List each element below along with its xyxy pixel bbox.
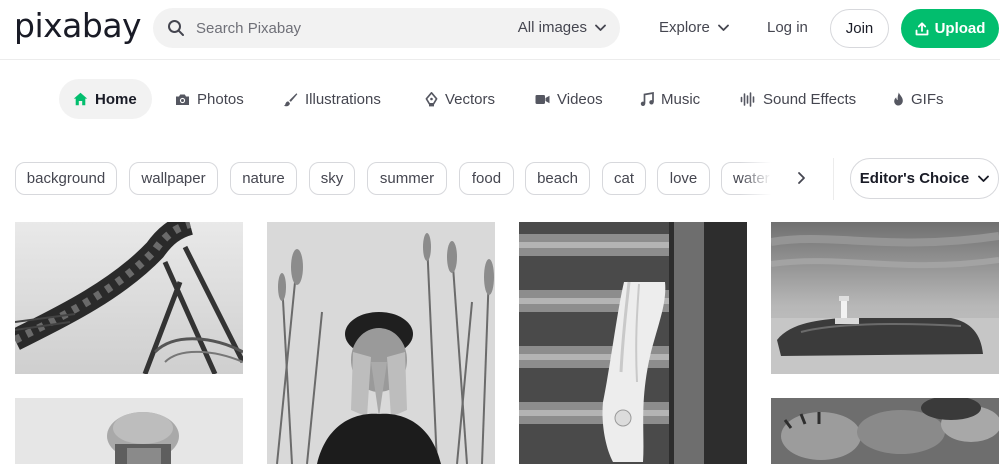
gallery-image-high-heel[interactable] xyxy=(519,222,747,464)
image-type-dropdown[interactable]: All images xyxy=(518,19,606,36)
chip-fade-overlay xyxy=(740,162,785,196)
tab-sound-effects-label: Sound Effects xyxy=(763,90,857,108)
sort-label: Editor's Choice xyxy=(859,170,970,187)
login-link[interactable]: Log in xyxy=(767,19,808,36)
photo-thumbnail xyxy=(771,222,999,374)
music-note-icon xyxy=(640,91,654,106)
chevron-down-icon xyxy=(717,24,729,31)
chips-divider xyxy=(833,158,834,200)
tab-vectors[interactable]: Vectors xyxy=(425,79,495,119)
tag-chip[interactable]: wallpaper xyxy=(129,162,218,195)
pixabay-logo[interactable]: pixabay xyxy=(14,6,142,45)
tab-photos-label: Photos xyxy=(197,90,244,108)
tab-sound-effects[interactable]: Sound Effects xyxy=(740,79,856,119)
photo-thumbnail xyxy=(519,222,747,464)
upload-label: Upload xyxy=(934,20,986,37)
gallery-image-animal-paws[interactable] xyxy=(771,398,999,464)
explore-label: Explore xyxy=(659,19,710,36)
tab-videos[interactable]: Videos xyxy=(535,79,603,119)
tab-illustrations-label: Illustrations xyxy=(305,90,381,108)
tab-gifs[interactable]: GIFs xyxy=(893,79,944,119)
upload-button[interactable]: Upload xyxy=(901,9,999,48)
tag-chip[interactable]: sky xyxy=(309,162,355,195)
tab-gifs-label: GIFs xyxy=(911,90,944,108)
tab-illustrations[interactable]: Illustrations xyxy=(283,79,381,119)
pen-nib-icon xyxy=(425,91,438,106)
photo-thumbnail xyxy=(15,222,243,374)
search-icon xyxy=(168,20,184,36)
tag-chip[interactable]: food xyxy=(459,162,514,195)
camera-icon xyxy=(176,94,189,105)
home-icon xyxy=(73,92,88,106)
tab-photos[interactable]: Photos xyxy=(175,79,244,119)
header-divider xyxy=(0,59,1000,60)
brush-icon xyxy=(283,92,298,106)
upload-icon xyxy=(915,21,928,35)
top-header: pixabay All images Explore Log in Join U… xyxy=(0,0,1000,58)
sort-dropdown[interactable]: Editor's Choice xyxy=(850,158,999,199)
tag-chip[interactable]: nature xyxy=(230,162,297,195)
chevron-down-icon xyxy=(978,175,990,182)
tab-videos-label: Videos xyxy=(557,90,603,108)
waveform-icon xyxy=(740,91,755,107)
join-button[interactable]: Join xyxy=(830,9,889,48)
tab-home[interactable]: Home xyxy=(59,79,152,119)
photo-thumbnail xyxy=(771,398,999,464)
photo-thumbnail xyxy=(267,222,495,464)
tab-vectors-label: Vectors xyxy=(445,90,496,108)
explore-menu[interactable]: Explore xyxy=(659,19,729,36)
video-camera-icon xyxy=(535,94,550,104)
tag-chip[interactable]: summer xyxy=(367,162,447,195)
gallery-image-man-covering-face[interactable] xyxy=(267,222,495,464)
tag-chip[interactable]: background xyxy=(15,162,117,195)
tab-home-label: Home xyxy=(95,90,137,108)
tab-music-label: Music xyxy=(661,90,701,108)
media-type-tabs: Home Photos Illustrations Vectors Videos… xyxy=(0,79,1000,119)
gallery-image-lighthouse[interactable] xyxy=(771,222,999,374)
tag-chip[interactable]: cat xyxy=(602,162,646,195)
tab-music[interactable]: Music xyxy=(640,79,700,119)
image-type-label: All images xyxy=(517,19,587,36)
tag-chip[interactable]: beach xyxy=(525,162,590,195)
gallery-image-person-hat[interactable] xyxy=(15,398,243,464)
flame-icon xyxy=(894,92,903,106)
gallery-image-roller-coaster[interactable] xyxy=(15,222,243,374)
photo-thumbnail xyxy=(15,398,243,464)
search-bar[interactable]: All images xyxy=(153,8,620,48)
search-input[interactable] xyxy=(196,8,496,48)
tag-chip[interactable]: love xyxy=(657,162,710,195)
chevron-down-icon xyxy=(595,24,606,31)
chevron-right-icon[interactable] xyxy=(793,170,809,186)
